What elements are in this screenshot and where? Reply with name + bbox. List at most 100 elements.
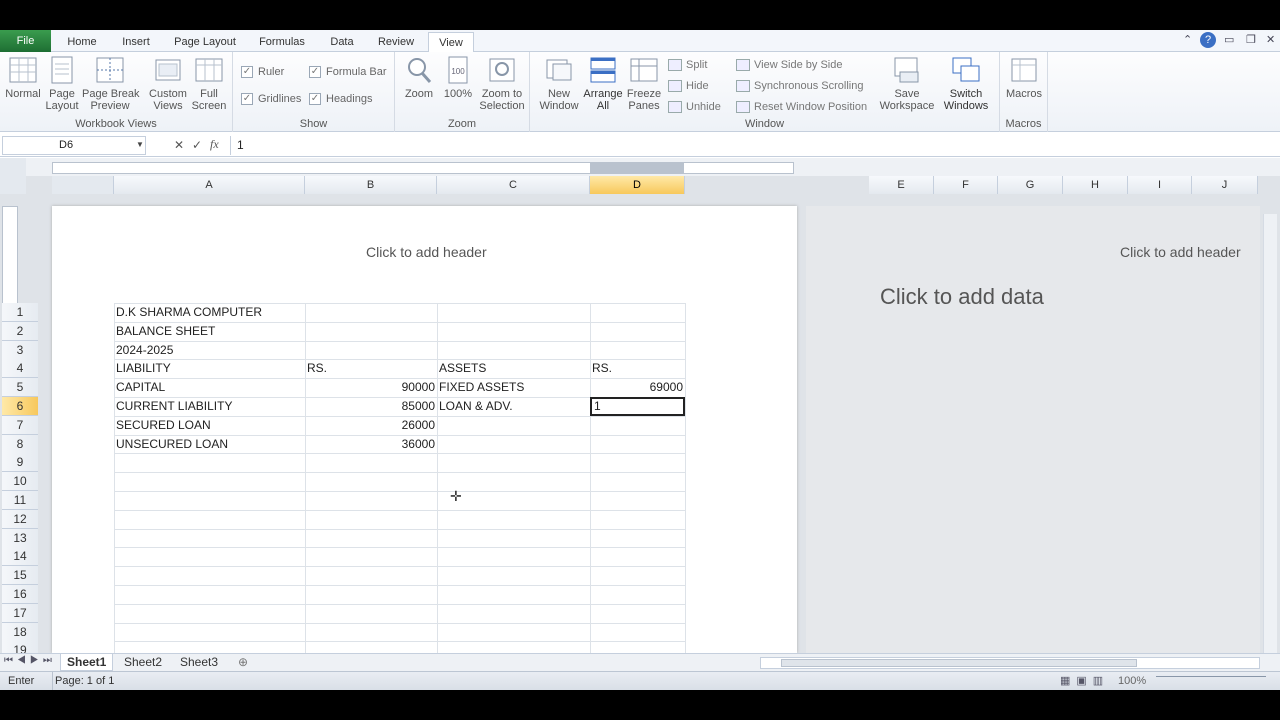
cell-a7[interactable]: SECURED LOAN (114, 416, 305, 435)
row-header-8[interactable]: 8 (2, 434, 38, 454)
cell-d6[interactable]: 1 (590, 397, 685, 416)
zoom-slider[interactable] (1156, 676, 1266, 686)
row-header-7[interactable]: 7 (2, 415, 38, 435)
column-header-i[interactable]: I (1128, 176, 1192, 194)
cell-c4[interactable]: ASSETS (437, 359, 590, 378)
scroll-thumb[interactable] (781, 659, 1137, 667)
custom-views-button[interactable]: Custom Views (146, 56, 190, 112)
column-header-h[interactable]: H (1063, 176, 1128, 194)
cell-b8[interactable]: 36000 (305, 435, 437, 454)
cell-d4[interactable]: RS. (590, 359, 685, 378)
close-icon[interactable]: ✕ (1266, 33, 1275, 46)
tab-view[interactable]: View (428, 32, 474, 53)
cell-a4[interactable]: LIABILITY (114, 359, 305, 378)
row-header-1[interactable]: 1 (2, 303, 38, 322)
tab-review[interactable]: Review (372, 32, 420, 52)
add-data-placeholder[interactable]: Click to add data (880, 284, 1044, 310)
row-header-5[interactable]: 5 (2, 378, 38, 398)
row-header-16[interactable]: 16 (2, 585, 38, 604)
name-box-dropdown-icon[interactable]: ▼ (136, 140, 144, 149)
row-header-13[interactable]: 13 (2, 528, 38, 548)
ruler-checkbox[interactable]: ✓ Ruler (241, 64, 284, 80)
cancel-icon[interactable]: ✕ (174, 138, 184, 152)
normal-view-button[interactable]: Normal (3, 56, 43, 100)
row-header-15[interactable]: 15 (2, 566, 38, 586)
insert-function-icon[interactable]: fx (210, 137, 219, 152)
freeze-panes-button[interactable]: Freeze Panes (624, 56, 664, 112)
header-placeholder-2[interactable]: Click to add header (1120, 244, 1241, 260)
page-break-preview-button[interactable]: Page Break Preview (82, 56, 139, 112)
cell-a8[interactable]: UNSECURED LOAN (114, 435, 305, 454)
sheet-tab-2[interactable]: Sheet2 (118, 654, 168, 671)
vertical-scrollbar[interactable] (1263, 214, 1277, 654)
row-header-6[interactable]: 6 (2, 397, 38, 416)
view-mode-icons[interactable]: ▦▣▥ (1060, 672, 1109, 690)
row-header-2[interactable]: 2 (2, 321, 38, 341)
sheet-nav-arrows-icon[interactable]: ⏮◀▶⏭ (4, 655, 56, 666)
unhide-button[interactable]: Unhide (668, 99, 721, 115)
column-header-c[interactable]: C (437, 176, 590, 194)
zoom-100-button[interactable]: 100 100% (441, 56, 475, 100)
tab-page-layout[interactable]: Page Layout (168, 32, 242, 52)
tab-insert[interactable]: Insert (114, 32, 158, 52)
column-header-j[interactable]: J (1192, 176, 1258, 194)
full-screen-button[interactable]: Full Screen (190, 56, 228, 112)
tab-home[interactable]: Home (60, 32, 104, 52)
cell-a1[interactable]: D.K SHARMA COMPUTER (114, 303, 305, 322)
column-header-b[interactable]: B (305, 176, 437, 194)
column-header-a[interactable]: A (114, 176, 305, 194)
row-header-10[interactable]: 10 (2, 472, 38, 492)
select-all-corner[interactable] (0, 158, 26, 194)
cell-c5[interactable]: FIXED ASSETS (437, 378, 590, 397)
switch-windows-button[interactable]: Switch Windows (938, 56, 994, 112)
tab-data[interactable]: Data (322, 32, 362, 52)
cell-a5[interactable]: CAPITAL (114, 378, 305, 397)
column-header-g[interactable]: G (998, 176, 1063, 194)
reset-window-position-button[interactable]: Reset Window Position (736, 99, 867, 115)
column-header-d[interactable]: D (590, 176, 685, 194)
tab-file[interactable]: File (0, 30, 51, 52)
header-placeholder[interactable]: Click to add header (366, 244, 487, 260)
sheet-tab-3[interactable]: Sheet3 (174, 654, 224, 671)
row-header-18[interactable]: 18 (2, 622, 38, 642)
formula-input[interactable]: 1 (230, 136, 1265, 155)
page-layout-view-button[interactable]: Page Layout (42, 56, 82, 112)
zoom-to-selection-button[interactable]: Zoom to Selection (479, 56, 525, 112)
new-window-button[interactable]: New Window (536, 56, 582, 112)
headings-checkbox[interactable]: ✓ Headings (309, 91, 372, 107)
cell-b6[interactable]: 85000 (305, 397, 437, 416)
cell-c6[interactable]: LOAN & ADV. (437, 397, 590, 416)
row-header-11[interactable]: 11 (2, 491, 38, 510)
row-header-14[interactable]: 14 (2, 547, 38, 567)
tab-formulas[interactable]: Formulas (252, 32, 312, 52)
cell-a2[interactable]: BALANCE SHEET (114, 322, 305, 341)
formula-bar-checkbox[interactable]: ✓ Formula Bar (309, 64, 387, 80)
save-workspace-button[interactable]: Save Workspace (878, 56, 936, 112)
insert-sheet-icon[interactable]: ⊕ (232, 654, 254, 671)
minimize-icon[interactable]: ▭ (1224, 33, 1234, 46)
cell-d5[interactable]: 69000 (590, 378, 685, 397)
minimize-ribbon-icon[interactable]: ⌃ (1183, 33, 1192, 46)
arrange-all-button[interactable]: Arrange All (582, 56, 624, 112)
hide-button[interactable]: Hide (668, 78, 709, 94)
macros-button[interactable]: Macros (1004, 56, 1044, 100)
cell-b7[interactable]: 26000 (305, 416, 437, 435)
cell-a6[interactable]: CURRENT LIABILITY (114, 397, 305, 416)
cell-a3[interactable]: 2024-2025 (114, 341, 305, 360)
restore-icon[interactable]: ❐ (1246, 33, 1256, 46)
name-box[interactable]: D6 (2, 136, 146, 155)
column-header-e[interactable]: E (869, 176, 934, 194)
row-header-3[interactable]: 3 (2, 340, 38, 360)
zoom-level[interactable]: 100% (1118, 672, 1146, 690)
cell-b5[interactable]: 90000 (305, 378, 437, 397)
horizontal-scrollbar[interactable] (760, 657, 1260, 669)
row-header-12[interactable]: 12 (2, 509, 38, 529)
view-side-by-side-button[interactable]: View Side by Side (736, 57, 842, 73)
zoom-button[interactable]: Zoom (401, 56, 437, 100)
column-header-f[interactable]: F (934, 176, 998, 194)
gridlines-checkbox[interactable]: ✓ Gridlines (241, 91, 301, 107)
enter-icon[interactable]: ✓ (192, 138, 202, 152)
row-header-17[interactable]: 17 (2, 603, 38, 623)
sheet-tab-1[interactable]: Sheet1 (60, 654, 114, 671)
split-button[interactable]: Split (668, 57, 707, 73)
